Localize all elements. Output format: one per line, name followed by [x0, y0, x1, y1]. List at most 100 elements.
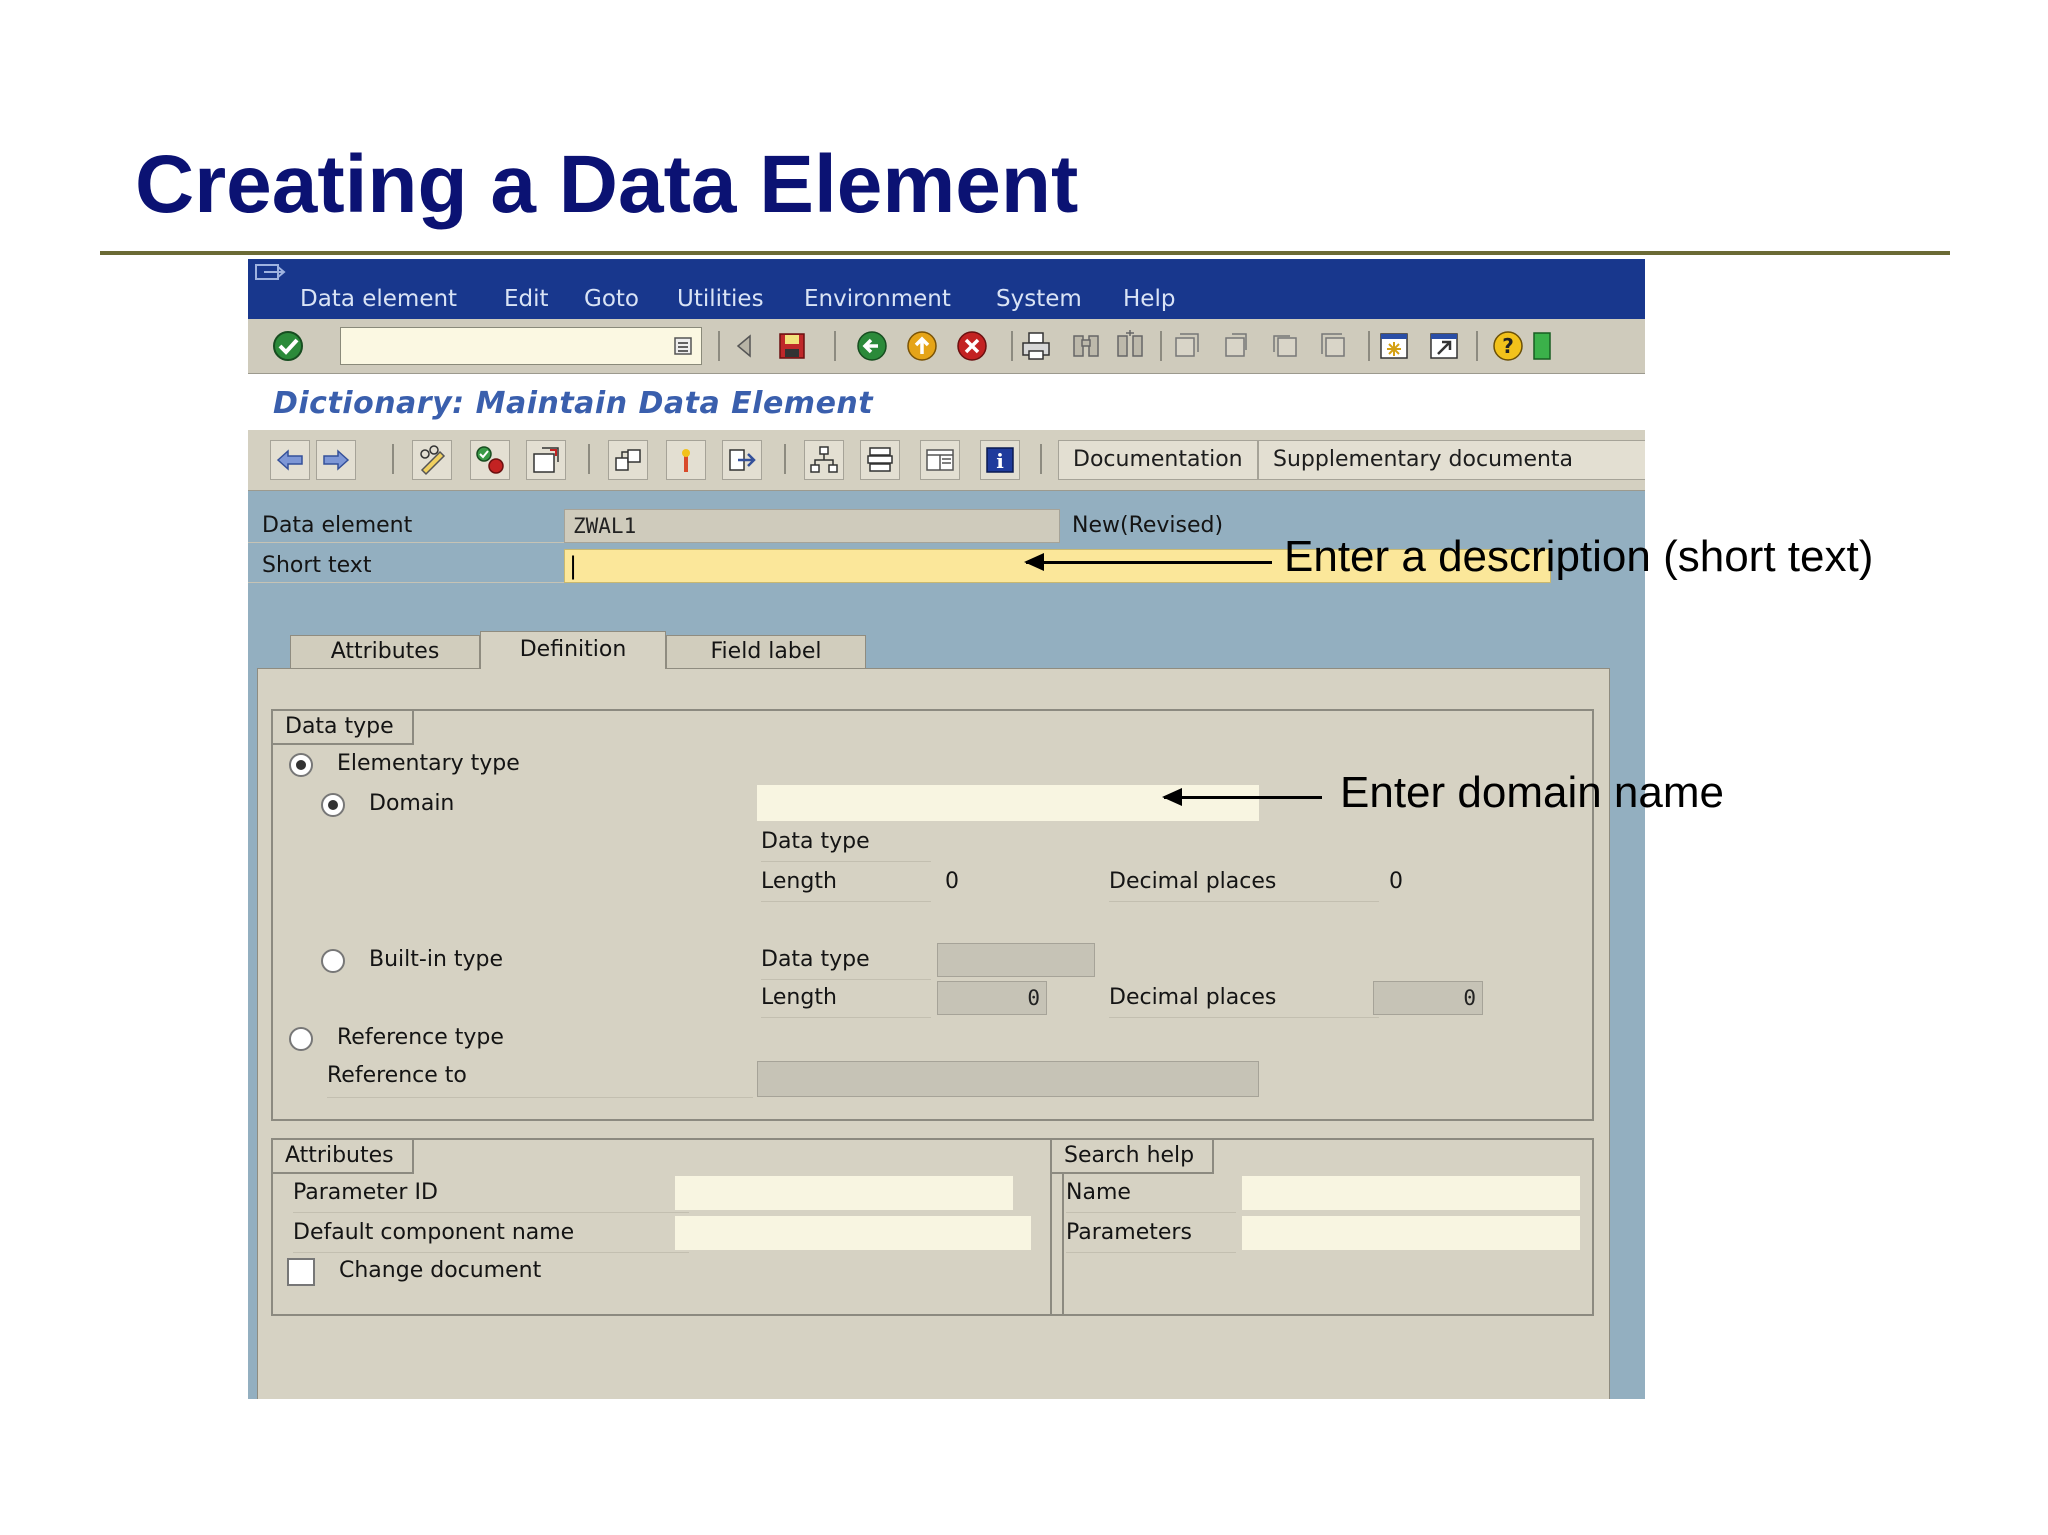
where-used-icon: [615, 449, 641, 471]
cancel-icon[interactable]: [956, 330, 988, 362]
info-icon: i: [986, 447, 1014, 473]
search-help-group: Search help Name Parameters: [1050, 1138, 1594, 1316]
layout-icon[interactable]: [1532, 330, 1552, 362]
check-button[interactable]: [470, 440, 510, 480]
where-used-button[interactable]: [608, 440, 648, 480]
domain-label: Domain: [369, 791, 455, 816]
tab-field-label[interactable]: Field label: [666, 635, 866, 669]
system-menu-icon[interactable]: [254, 263, 286, 283]
group-title: Search help: [1052, 1140, 1215, 1174]
screen-title: Dictionary: Maintain Data Element: [273, 386, 874, 421]
builtin-length-input[interactable]: 0: [937, 981, 1047, 1015]
slide-title: Creating a Data Element: [135, 139, 1079, 230]
screen-layout-button[interactable]: [920, 440, 960, 480]
find-icon[interactable]: [1070, 330, 1102, 362]
toolbar-separator: [392, 444, 394, 474]
elementary-type-radio[interactable]: [289, 753, 313, 777]
domain-length-value: 0: [945, 869, 959, 894]
search-help-name-input[interactable]: [1242, 1176, 1580, 1210]
status-text: New(Revised): [1072, 513, 1224, 538]
parameter-id-input[interactable]: [675, 1176, 1013, 1210]
save-icon[interactable]: [776, 330, 808, 362]
domain-radio[interactable]: [321, 793, 345, 817]
display-object-list-button[interactable]: [666, 440, 706, 480]
data-element-label: Data element: [248, 509, 564, 543]
command-history-icon[interactable]: [673, 336, 693, 356]
tab-definition[interactable]: Definition: [480, 631, 666, 669]
menu-system[interactable]: System: [996, 286, 1082, 312]
supplementary-documentation-button[interactable]: Supplementary documenta: [1258, 440, 1645, 480]
toolbar-separator: [718, 331, 720, 361]
toolbar-separator: [1011, 331, 1013, 361]
builtin-decimal-input[interactable]: 0: [1373, 981, 1483, 1015]
exit-icon[interactable]: [906, 330, 938, 362]
short-text-label: Short text: [248, 549, 564, 583]
activate-icon: [533, 447, 559, 473]
next-object-button[interactable]: [316, 440, 356, 480]
new-session-icon[interactable]: [1378, 330, 1410, 362]
display-change-button[interactable]: [412, 440, 452, 480]
toolbar-separator: [834, 331, 836, 361]
print-list-button[interactable]: [860, 440, 900, 480]
default-component-label: Default component name: [293, 1220, 689, 1253]
group-title: Data type: [273, 711, 414, 745]
search-help-parameters-input[interactable]: [1242, 1216, 1580, 1250]
standard-toolbar: ?: [248, 319, 1645, 374]
activate-button[interactable]: [526, 440, 566, 480]
domain-decimal-label: Decimal places: [1109, 869, 1379, 902]
change-document-checkbox[interactable]: [287, 1258, 315, 1286]
builtin-decimal-label: Decimal places: [1109, 985, 1379, 1018]
menu-utilities[interactable]: Utilities: [677, 286, 764, 312]
application-toolbar: i Documentation Supplementary documenta: [248, 430, 1645, 491]
sap-window: Data element Edit Goto Utilities Environ…: [248, 259, 1645, 1399]
arrow-right-icon: [323, 449, 350, 471]
find-next-icon[interactable]: [1114, 330, 1146, 362]
default-component-input[interactable]: [675, 1216, 1031, 1250]
attributes-group: Attributes Parameter ID Default componen…: [271, 1138, 1064, 1316]
previous-page-icon[interactable]: [1220, 330, 1252, 362]
first-page-icon[interactable]: [1170, 330, 1202, 362]
menu-bar: Data element Edit Goto Utilities Environ…: [248, 259, 1645, 319]
shortcut-icon[interactable]: [1428, 330, 1460, 362]
menu-edit[interactable]: Edit: [504, 286, 549, 312]
svg-text:i: i: [996, 449, 1004, 473]
reference-type-radio[interactable]: [289, 1027, 313, 1051]
reference-type-label: Reference type: [337, 1025, 504, 1050]
help-icon[interactable]: ?: [1492, 330, 1524, 362]
navigation-window-button[interactable]: [722, 440, 762, 480]
tab-attributes[interactable]: Attributes: [290, 635, 480, 669]
arrow-left-icon: [276, 449, 303, 471]
menu-data-element[interactable]: Data element: [300, 286, 457, 312]
builtin-type-label: Built-in type: [369, 947, 504, 972]
hierarchy-button[interactable]: [804, 440, 844, 480]
last-page-icon[interactable]: [1318, 330, 1350, 362]
pencil-glasses-icon: [420, 445, 446, 476]
stack-icon: [867, 447, 893, 472]
domain-input[interactable]: [757, 785, 1259, 821]
print-icon[interactable]: [1020, 330, 1052, 362]
menu-goto[interactable]: Goto: [584, 286, 639, 312]
screen-title-bar: Dictionary: Maintain Data Element: [248, 374, 1645, 430]
group-title: Attributes: [273, 1140, 414, 1174]
previous-object-button[interactable]: [270, 440, 310, 480]
toolbar-separator: [784, 444, 786, 474]
domain-callout-arrow: [1162, 788, 1322, 806]
elementary-type-label: Elementary type: [337, 751, 520, 776]
back-triangle-icon[interactable]: [728, 330, 760, 362]
short-text-callout-arrow: [1024, 553, 1272, 571]
check-objects-icon: [476, 446, 504, 474]
documentation-button[interactable]: Documentation: [1058, 440, 1258, 480]
enter-check-icon[interactable]: [272, 330, 304, 362]
command-field[interactable]: [340, 327, 702, 365]
back-icon[interactable]: [856, 330, 888, 362]
menu-help[interactable]: Help: [1123, 286, 1175, 312]
next-page-icon[interactable]: [1270, 330, 1302, 362]
builtin-data-type-input[interactable]: [937, 943, 1095, 977]
title-divider: [100, 251, 1950, 255]
change-document-label: Change document: [339, 1258, 542, 1283]
reference-to-input[interactable]: [757, 1061, 1259, 1097]
toolbar-separator: [1476, 331, 1478, 361]
info-button[interactable]: i: [980, 440, 1020, 480]
builtin-type-radio[interactable]: [321, 949, 345, 973]
menu-environment[interactable]: Environment: [804, 286, 951, 312]
